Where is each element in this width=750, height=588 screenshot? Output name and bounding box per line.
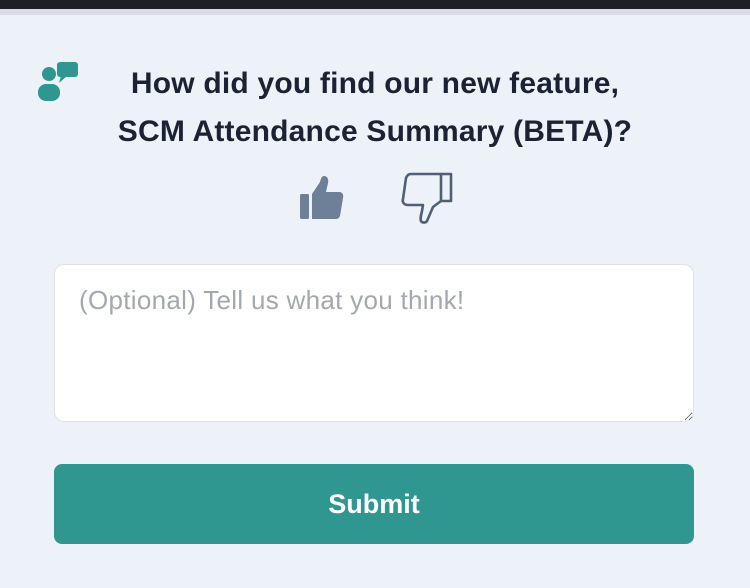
feedback-question: How did you find our new feature, SCM At… [60,60,690,156]
submit-button[interactable]: Submit [54,464,694,544]
question-line-1: How did you find our new feature, [130,67,620,100]
question-line-2: SCM Attendance Summary (BETA)? [117,115,633,148]
thumbs-up-icon[interactable] [296,173,348,221]
comment-textarea[interactable] [54,264,694,422]
window-top-divider [0,9,750,15]
thumbs-down-icon[interactable] [398,171,454,225]
window-top-bar [0,0,750,9]
